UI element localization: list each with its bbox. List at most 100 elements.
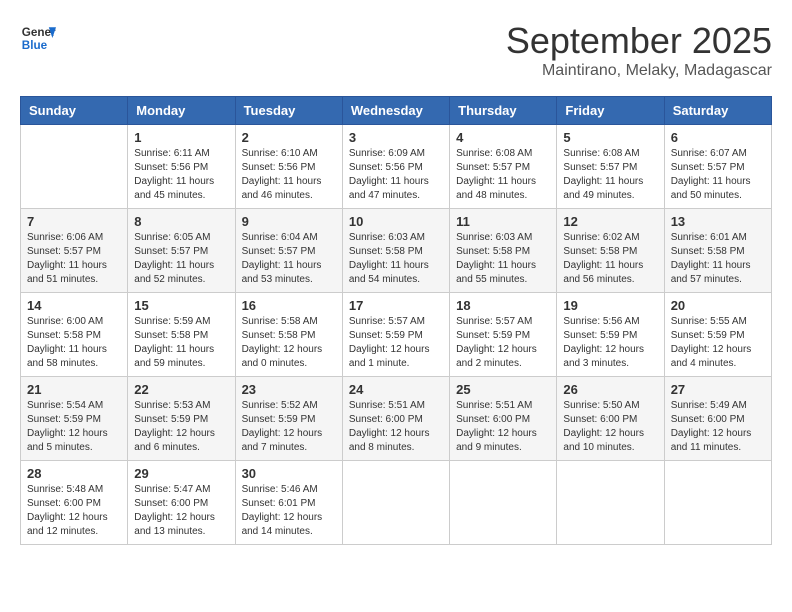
calendar-cell: 4 Sunrise: 6:08 AM Sunset: 5:57 PM Daylig… [450, 125, 557, 209]
day-number: 9 [242, 214, 336, 229]
svg-text:Blue: Blue [22, 39, 48, 52]
calendar-cell: 8 Sunrise: 6:05 AM Sunset: 5:57 PM Daylig… [128, 209, 235, 293]
day-info: Sunrise: 6:02 AM Sunset: 5:58 PM Dayligh… [563, 231, 657, 287]
calendar-cell: 20 Sunrise: 5:55 AM Sunset: 5:59 PM Dayli… [664, 293, 771, 377]
day-number: 2 [242, 130, 336, 145]
calendar-cell: 22Sunrise: 5:53 AM Sunset: 5:59 PM Dayli… [128, 377, 235, 461]
calendar-cell [450, 461, 557, 545]
calendar-cell: 12 Sunrise: 6:02 AM Sunset: 5:58 PM Dayli… [557, 209, 664, 293]
day-info: Sunrise: 6:03 AM Sunset: 5:58 PM Dayligh… [349, 231, 443, 287]
day-number: 20 [671, 298, 765, 313]
day-number: 15 [134, 298, 228, 313]
day-number: 28 [27, 466, 121, 481]
day-info: Sunrise: 5:51 AM Sunset: 6:00 PM Dayligh… [349, 399, 443, 455]
calendar-cell: 7 Sunrise: 6:06 AM Sunset: 5:57 PM Daylig… [21, 209, 128, 293]
day-info: Sunrise: 6:08 AM Sunset: 5:57 PM Dayligh… [563, 147, 657, 203]
calendar-cell: 29Sunrise: 5:47 AM Sunset: 6:00 PM Dayli… [128, 461, 235, 545]
calendar-week-row: 21Sunrise: 5:54 AM Sunset: 5:59 PM Dayli… [21, 377, 772, 461]
logo-icon: General Blue [20, 20, 56, 56]
calendar-week-row: 14 Sunrise: 6:00 AM Sunset: 5:58 PM Dayli… [21, 293, 772, 377]
calendar-cell: 18 Sunrise: 5:57 AM Sunset: 5:59 PM Dayli… [450, 293, 557, 377]
page-header: General Blue September 2025 Maintirano, … [20, 20, 772, 80]
day-number: 4 [456, 130, 550, 145]
day-number: 19 [563, 298, 657, 313]
calendar-cell [342, 461, 449, 545]
day-info: Sunrise: 6:01 AM Sunset: 5:58 PM Dayligh… [671, 231, 765, 287]
day-header-wednesday: Wednesday [342, 97, 449, 125]
calendar-cell: 14 Sunrise: 6:00 AM Sunset: 5:58 PM Dayli… [21, 293, 128, 377]
calendar-week-row: 1 Sunrise: 6:11 AM Sunset: 5:56 PM Daylig… [21, 125, 772, 209]
day-number: 16 [242, 298, 336, 313]
day-number: 1 [134, 130, 228, 145]
day-info: Sunrise: 5:58 AM Sunset: 5:58 PM Dayligh… [242, 315, 336, 371]
day-info: Sunrise: 5:56 AM Sunset: 5:59 PM Dayligh… [563, 315, 657, 371]
day-number: 18 [456, 298, 550, 313]
day-info: Sunrise: 5:57 AM Sunset: 5:59 PM Dayligh… [349, 315, 443, 371]
calendar-cell: 11 Sunrise: 6:03 AM Sunset: 5:58 PM Dayli… [450, 209, 557, 293]
calendar-cell: 6 Sunrise: 6:07 AM Sunset: 5:57 PM Daylig… [664, 125, 771, 209]
day-number: 6 [671, 130, 765, 145]
day-header-friday: Friday [557, 97, 664, 125]
day-header-monday: Monday [128, 97, 235, 125]
day-info: Sunrise: 5:57 AM Sunset: 5:59 PM Dayligh… [456, 315, 550, 371]
day-number: 10 [349, 214, 443, 229]
day-number: 25 [456, 382, 550, 397]
calendar-cell: 13 Sunrise: 6:01 AM Sunset: 5:58 PM Dayli… [664, 209, 771, 293]
month-title: September 2025 [506, 20, 772, 62]
day-info: Sunrise: 6:09 AM Sunset: 5:56 PM Dayligh… [349, 147, 443, 203]
day-info: Sunrise: 6:03 AM Sunset: 5:58 PM Dayligh… [456, 231, 550, 287]
calendar-cell: 16 Sunrise: 5:58 AM Sunset: 5:58 PM Dayli… [235, 293, 342, 377]
day-info: Sunrise: 6:07 AM Sunset: 5:57 PM Dayligh… [671, 147, 765, 203]
day-header-saturday: Saturday [664, 97, 771, 125]
day-info: Sunrise: 5:51 AM Sunset: 6:00 PM Dayligh… [456, 399, 550, 455]
day-info: Sunrise: 6:10 AM Sunset: 5:56 PM Dayligh… [242, 147, 336, 203]
calendar-cell: 10 Sunrise: 6:03 AM Sunset: 5:58 PM Dayli… [342, 209, 449, 293]
location-title: Maintirano, Melaky, Madagascar [506, 62, 772, 80]
title-block: September 2025 Maintirano, Melaky, Madag… [506, 20, 772, 80]
calendar-table: SundayMondayTuesdayWednesdayThursdayFrid… [20, 96, 772, 545]
calendar-cell [664, 461, 771, 545]
calendar-cell: 2 Sunrise: 6:10 AM Sunset: 5:56 PM Daylig… [235, 125, 342, 209]
day-number: 27 [671, 382, 765, 397]
day-info: Sunrise: 6:00 AM Sunset: 5:58 PM Dayligh… [27, 315, 121, 371]
day-number: 13 [671, 214, 765, 229]
calendar-cell: 25 Sunrise: 5:51 AM Sunset: 6:00 PM Dayli… [450, 377, 557, 461]
logo: General Blue [20, 20, 56, 56]
day-info: Sunrise: 6:11 AM Sunset: 5:56 PM Dayligh… [134, 147, 228, 203]
day-number: 11 [456, 214, 550, 229]
day-info: Sunrise: 6:04 AM Sunset: 5:57 PM Dayligh… [242, 231, 336, 287]
calendar-cell: 21Sunrise: 5:54 AM Sunset: 5:59 PM Dayli… [21, 377, 128, 461]
calendar-cell: 9 Sunrise: 6:04 AM Sunset: 5:57 PM Daylig… [235, 209, 342, 293]
day-info: Sunrise: 5:50 AM Sunset: 6:00 PM Dayligh… [563, 399, 657, 455]
day-number: 12 [563, 214, 657, 229]
calendar-cell: 27Sunrise: 5:49 AM Sunset: 6:00 PM Dayli… [664, 377, 771, 461]
day-number: 23 [242, 382, 336, 397]
day-number: 3 [349, 130, 443, 145]
calendar-cell: 17Sunrise: 5:57 AM Sunset: 5:59 PM Dayli… [342, 293, 449, 377]
day-number: 5 [563, 130, 657, 145]
day-info: Sunrise: 5:55 AM Sunset: 5:59 PM Dayligh… [671, 315, 765, 371]
day-number: 8 [134, 214, 228, 229]
calendar-cell: 5 Sunrise: 6:08 AM Sunset: 5:57 PM Daylig… [557, 125, 664, 209]
day-header-tuesday: Tuesday [235, 97, 342, 125]
day-info: Sunrise: 6:06 AM Sunset: 5:57 PM Dayligh… [27, 231, 121, 287]
calendar-week-row: 28 Sunrise: 5:48 AM Sunset: 6:00 PM Dayli… [21, 461, 772, 545]
day-number: 14 [27, 298, 121, 313]
day-info: Sunrise: 6:08 AM Sunset: 5:57 PM Dayligh… [456, 147, 550, 203]
calendar-cell: 28 Sunrise: 5:48 AM Sunset: 6:00 PM Dayli… [21, 461, 128, 545]
day-number: 26 [563, 382, 657, 397]
calendar-cell: 24 Sunrise: 5:51 AM Sunset: 6:00 PM Dayli… [342, 377, 449, 461]
calendar-week-row: 7 Sunrise: 6:06 AM Sunset: 5:57 PM Daylig… [21, 209, 772, 293]
calendar-cell: 3 Sunrise: 6:09 AM Sunset: 5:56 PM Daylig… [342, 125, 449, 209]
day-info: Sunrise: 5:52 AM Sunset: 5:59 PM Dayligh… [242, 399, 336, 455]
day-info: Sunrise: 6:05 AM Sunset: 5:57 PM Dayligh… [134, 231, 228, 287]
day-number: 7 [27, 214, 121, 229]
day-info: Sunrise: 5:54 AM Sunset: 5:59 PM Dayligh… [27, 399, 121, 455]
calendar-cell: 23 Sunrise: 5:52 AM Sunset: 5:59 PM Dayli… [235, 377, 342, 461]
day-info: Sunrise: 5:47 AM Sunset: 6:00 PM Dayligh… [134, 483, 228, 539]
calendar-cell: 26 Sunrise: 5:50 AM Sunset: 6:00 PM Dayli… [557, 377, 664, 461]
day-number: 24 [349, 382, 443, 397]
day-info: Sunrise: 5:59 AM Sunset: 5:58 PM Dayligh… [134, 315, 228, 371]
calendar-cell [21, 125, 128, 209]
day-info: Sunrise: 5:48 AM Sunset: 6:00 PM Dayligh… [27, 483, 121, 539]
